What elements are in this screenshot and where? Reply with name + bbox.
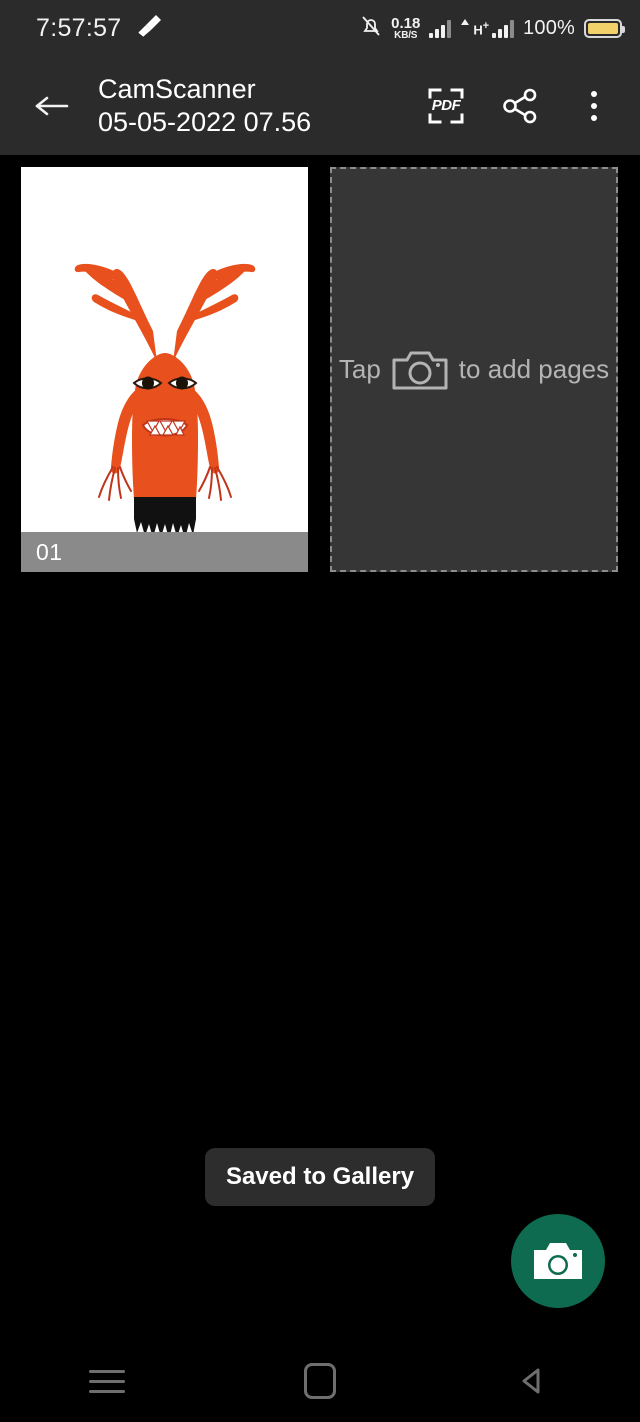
home-button[interactable] xyxy=(213,1363,426,1399)
signal-bars-icon xyxy=(429,18,452,38)
share-button[interactable] xyxy=(496,82,544,130)
data-signal-bars-icon xyxy=(492,18,515,38)
battery-percent: 100% xyxy=(523,16,575,39)
page-thumbnail[interactable]: 01 xyxy=(21,167,308,572)
overflow-menu-icon xyxy=(591,90,597,121)
page-number-label: 01 xyxy=(21,532,308,572)
back-button[interactable] xyxy=(26,79,80,133)
network-type-plus: + xyxy=(482,19,490,32)
status-bar: 7:57:57 0.18 KB/S H+ 100% xyxy=(0,0,640,56)
share-icon xyxy=(503,88,537,123)
recents-button[interactable] xyxy=(0,1369,213,1393)
phone-screen: 7:57:57 0.18 KB/S H+ 100% CamScanner 05-… xyxy=(0,0,640,1422)
app-bar: CamScanner 05-05-2022 07.56 PDF xyxy=(0,56,640,155)
network-type-label: H xyxy=(473,22,483,37)
document-date: 05-05-2022 07.56 xyxy=(98,106,312,137)
menu-icon xyxy=(88,1369,125,1393)
status-bar-right: 0.18 KB/S H+ 100% xyxy=(360,14,625,43)
home-square-icon xyxy=(303,1363,336,1399)
camera-outline-icon xyxy=(391,348,449,392)
status-clock: 7:57:57 xyxy=(36,13,122,42)
document-title: CamScanner 05-05-2022 07.56 xyxy=(98,73,422,139)
overflow-menu-button[interactable] xyxy=(570,82,618,130)
add-pages-text-before: Tap xyxy=(338,354,381,384)
network-speed-value: 0.18 xyxy=(391,14,421,32)
pdf-export-icon: PDF xyxy=(426,86,466,126)
monster-drawing xyxy=(21,167,308,572)
page-number: 01 xyxy=(36,538,63,565)
status-bar-left: 7:57:57 xyxy=(36,13,164,44)
network-speed-unit: KB/S xyxy=(394,29,418,41)
toast-notification: Saved to Gallery xyxy=(205,1148,435,1206)
toast-message: Saved to Gallery xyxy=(225,1163,415,1190)
android-navigation-bar xyxy=(0,1340,640,1422)
network-type-indicator: H+ xyxy=(460,18,515,38)
add-pages-placeholder[interactable]: Tap to add pages xyxy=(330,167,618,572)
broom-icon xyxy=(136,13,164,44)
scanned-page-image xyxy=(21,167,308,572)
bell-slash-icon xyxy=(360,14,382,43)
camera-fab-button[interactable] xyxy=(511,1214,605,1308)
app-bar-actions: PDF xyxy=(422,82,618,130)
navigation-back-button[interactable] xyxy=(427,1364,640,1398)
pdf-export-button[interactable]: PDF xyxy=(422,82,470,130)
app-name: CamScanner xyxy=(98,73,256,104)
camera-icon xyxy=(534,1243,582,1279)
battery-full-icon xyxy=(584,18,625,38)
back-triangle-icon xyxy=(522,1368,540,1394)
network-speed: 0.18 KB/S xyxy=(391,16,420,41)
add-pages-text-after: to add pages xyxy=(458,354,610,384)
pdf-label: PDF xyxy=(431,97,461,114)
